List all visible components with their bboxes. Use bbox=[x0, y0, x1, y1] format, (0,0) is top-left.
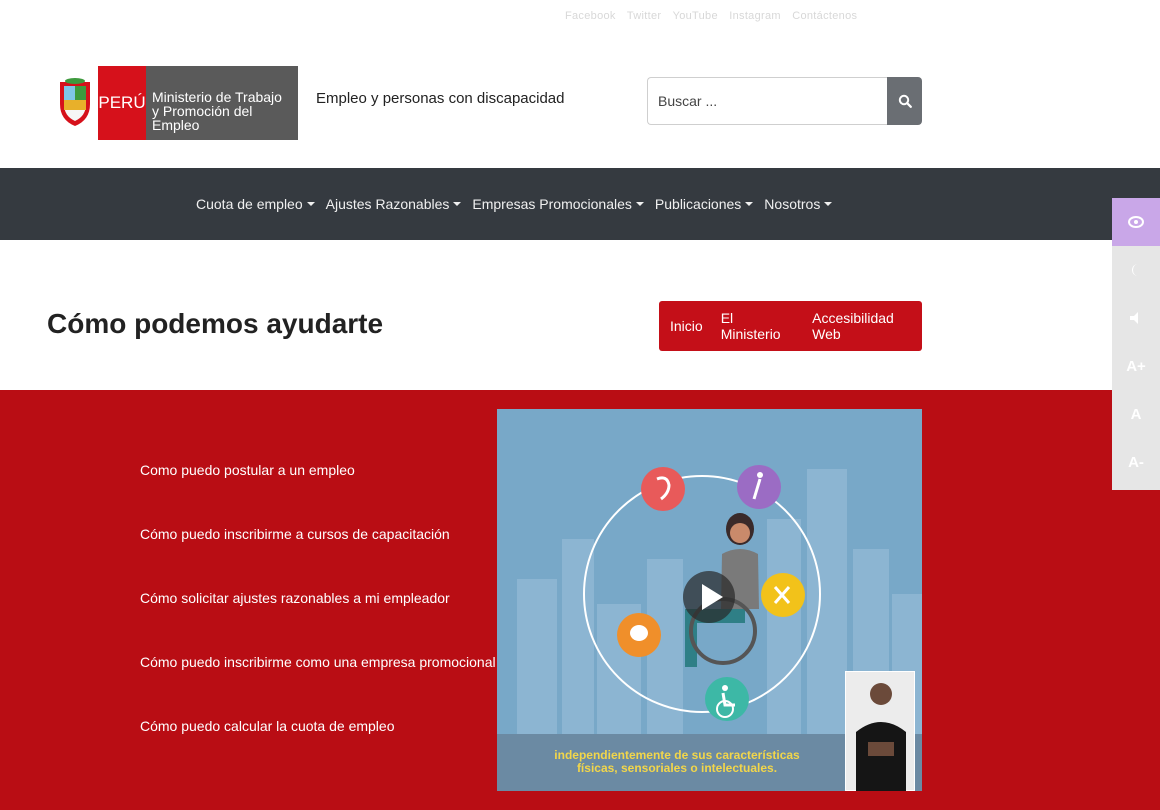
caret-down-icon bbox=[453, 202, 462, 206]
ministry-logo[interactable]: PERÚ Ministerio de Trabajo y Promoción d… bbox=[52, 66, 298, 140]
twitter-link[interactable]: Twitter bbox=[627, 10, 662, 22]
facebook-link[interactable]: Facebook bbox=[565, 10, 616, 22]
main-navigation: Cuota de empleo Ajustes Razonables Empre… bbox=[0, 168, 1160, 240]
breadcrumb-inicio[interactable]: Inicio bbox=[670, 318, 703, 334]
help-link-cuota[interactable]: Cómo puedo calcular la cuota de empleo bbox=[140, 718, 496, 782]
font-decrease-button[interactable]: A- bbox=[1112, 438, 1160, 486]
nav-nosotros[interactable]: Nosotros bbox=[764, 196, 833, 212]
sign-language-interpreter bbox=[845, 671, 915, 791]
nav-label: Empresas Promocionales bbox=[472, 196, 632, 212]
nav-cuota-de-empleo[interactable]: Cuota de empleo bbox=[196, 196, 315, 212]
accessibility-toolbar: A+ A A- bbox=[1112, 198, 1160, 490]
help-section: Como puedo postular a un empleo Cómo pue… bbox=[0, 390, 1160, 810]
nav-publicaciones[interactable]: Publicaciones bbox=[654, 196, 754, 212]
search-icon bbox=[898, 94, 912, 108]
caret-down-icon bbox=[635, 202, 644, 206]
help-link-capacitacion[interactable]: Cómo puedo inscribirme a cursos de capac… bbox=[140, 526, 496, 590]
accessibility-eye-button[interactable] bbox=[1112, 198, 1160, 246]
breadcrumb-el-ministerio[interactable]: El Ministerio bbox=[721, 310, 794, 342]
ministry-name-line1: Ministerio de Trabajo bbox=[152, 89, 282, 105]
top-utility-bar: Facebook Twitter YouTube Instagram Contá… bbox=[0, 0, 1160, 40]
nav-empresas-promocionales[interactable]: Empresas Promocionales bbox=[472, 196, 644, 212]
video-player[interactable]: independientemente de sus característica… bbox=[497, 409, 922, 791]
nav-label: Ajustes Razonables bbox=[325, 196, 450, 212]
caret-down-icon bbox=[824, 202, 833, 206]
ministry-name-line2: y Promoción del Empleo bbox=[152, 103, 253, 133]
country-label: PERÚ bbox=[98, 66, 146, 140]
video-caption: independientemente de sus característica… bbox=[552, 749, 802, 775]
page-title: Cómo podemos ayudarte bbox=[47, 308, 384, 339]
nav-label: Publicaciones bbox=[654, 196, 742, 212]
search-form bbox=[647, 77, 922, 125]
caret-down-icon bbox=[745, 202, 754, 206]
nav-ajustes-razonables[interactable]: Ajustes Razonables bbox=[326, 196, 462, 212]
social-links: Facebook Twitter YouTube Instagram Contá… bbox=[565, 10, 865, 22]
help-link-empresa-promocional[interactable]: Cómo puedo inscribirme como una empresa … bbox=[140, 654, 496, 718]
caption-line2: físicas, sensoriales o intelectuales. bbox=[576, 761, 778, 775]
nav-label: Nosotros bbox=[764, 196, 821, 212]
page-title-band: Cómo podemos ayudarte Inicio El Minister… bbox=[0, 240, 1160, 390]
site-title[interactable]: Empleo y personas con discapacidad bbox=[316, 90, 564, 107]
nav-label: Cuota de empleo bbox=[196, 196, 303, 212]
eye-icon bbox=[1128, 216, 1144, 228]
search-input[interactable] bbox=[647, 77, 887, 125]
font-increase-button[interactable]: A+ bbox=[1112, 342, 1160, 390]
help-link-ajustes[interactable]: Cómo solicitar ajustes razonables a mi e… bbox=[140, 590, 496, 654]
instagram-link[interactable]: Instagram bbox=[729, 10, 781, 22]
site-header: PERÚ Ministerio de Trabajo y Promoción d… bbox=[0, 40, 1160, 168]
help-link-list: Como puedo postular a un empleo Cómo pue… bbox=[140, 462, 496, 782]
font-reset-button[interactable]: A bbox=[1112, 390, 1160, 438]
coat-of-arms-icon bbox=[52, 66, 98, 140]
search-button[interactable] bbox=[887, 77, 922, 125]
accessibility-contrast-button[interactable] bbox=[1112, 246, 1160, 294]
help-link-postular[interactable]: Como puedo postular a un empleo bbox=[140, 462, 496, 526]
breadcrumb-accesibilidad-web[interactable]: Accesibilidad Web bbox=[812, 310, 922, 342]
contrast-icon bbox=[1132, 264, 1138, 276]
ministry-name: Ministerio de Trabajo y Promoción del Em… bbox=[146, 66, 298, 140]
caret-down-icon bbox=[306, 202, 315, 206]
contact-link[interactable]: Contáctenos bbox=[792, 10, 857, 22]
accessibility-audio-button[interactable] bbox=[1112, 294, 1160, 342]
breadcrumb: Inicio El Ministerio Accesibilidad Web bbox=[659, 301, 922, 351]
audio-icon bbox=[1130, 312, 1138, 324]
youtube-link[interactable]: YouTube bbox=[673, 10, 718, 22]
